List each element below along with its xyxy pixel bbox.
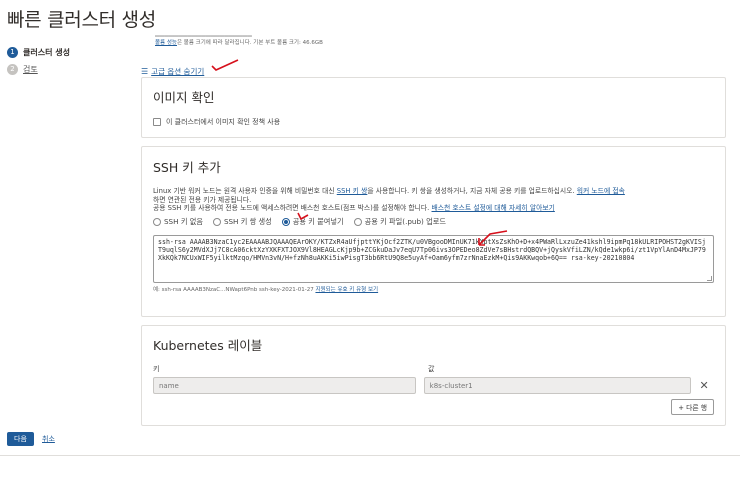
label-key-value: name xyxy=(159,381,179,390)
step-label: 검토 xyxy=(23,64,38,74)
ssh-desc-text: 공용 SSH 키를 사용하여 전용 노드에 액세스하려면 배스천 호스트(점프 … xyxy=(153,204,432,212)
ssh-description: Linux 기반 워커 노드는 원격 사용자 인증을 위해 비밀번호 대신 SS… xyxy=(153,187,714,213)
ssh-key-example-text: 예: ssh-rsa AAAAB3NzaC...NWapt6Pnb ssh-ke… xyxy=(153,286,316,293)
bastion-host-link[interactable]: 배스천 호스트 설정에 대해 자세히 알아보기 xyxy=(432,204,555,212)
step-review[interactable]: 2 검토 xyxy=(7,61,127,77)
image-verification-title: 이미지 확인 xyxy=(153,90,215,105)
value-column-header: 값 xyxy=(428,365,435,373)
step-number: 2 xyxy=(7,63,18,75)
ssh-public-key-value: ssh-rsa AAAAB3NzaC1yc2EAAAABJQAAAQEArOKY… xyxy=(158,237,706,263)
label-value-value: k8s-cluster1 xyxy=(429,381,473,390)
radio-indicator[interactable] xyxy=(353,217,362,226)
ssh-key-card: SSH 키 추가 Linux 기반 워커 노드는 원격 사용자 인증을 위해 비… xyxy=(141,146,726,317)
image-verification-card: 이미지 확인 이 클러스터에서 이미지 확인 정책 사용 xyxy=(141,77,726,138)
main-content: ▁▁▁▁▁▁▁▁▁▁▁▁▁▁▁▁▁▁▁▁▁ 볼륨 성능은 볼륨 크기에 따라 달… xyxy=(141,30,730,77)
page-title: 빠른 클러스터 생성 xyxy=(7,9,156,31)
scrolled-content-fragment: ▁▁▁▁▁▁▁▁▁▁▁▁▁▁▁▁▁▁▁▁▁ xyxy=(155,30,252,37)
volume-performance-link[interactable]: 볼륨 성능 xyxy=(155,40,177,46)
radio-indicator-selected[interactable] xyxy=(281,217,290,226)
hide-advanced-options-label: 고급 옵션 숨기기 xyxy=(151,66,205,76)
radio-no-ssh-key[interactable]: SSH 키 없음 xyxy=(153,217,203,227)
ssh-public-key-textarea[interactable]: ssh-rsa AAAAB3NzaC1yc2EAAAABJQAAAQEArOKY… xyxy=(153,234,714,283)
radio-indicator[interactable] xyxy=(153,217,161,226)
radio-upload-key-file[interactable]: 공용 키 파일(.pub) 업로드 xyxy=(353,216,446,227)
key-column-header: 키 xyxy=(153,365,160,373)
ssh-key-title: SSH 키 추가 xyxy=(153,160,221,175)
step-create-cluster[interactable]: 1 클러스터 생성 xyxy=(7,44,127,60)
kubernetes-labels-card: Kubernetes 레이블 키 값 name k8s-cluster1 ✕ +… xyxy=(141,325,726,426)
cancel-link[interactable]: 취소 xyxy=(42,434,55,444)
step-number: 1 xyxy=(7,46,18,58)
radio-label: 공용 키 붙여넣기 xyxy=(292,216,344,226)
ssh-desc-text: 을 사용합니다. 키 쌍을 생성하거나, 지금 자체 공용 키를 업로드하십시오… xyxy=(367,187,577,195)
radio-label: SSH 키 없음 xyxy=(164,216,203,226)
sliders-icon: ☰ xyxy=(141,66,149,76)
connect-worker-node-link[interactable]: 워커 노드에 접속 xyxy=(577,187,625,195)
resize-handle-icon[interactable] xyxy=(707,275,712,281)
label-key-input[interactable]: name xyxy=(153,377,416,394)
step-label: 클러스터 생성 xyxy=(23,47,70,57)
label-value-input[interactable]: k8s-cluster1 xyxy=(423,377,692,394)
image-verification-checkbox-label: 이 클러스터에서 이미지 확인 정책 사용 xyxy=(166,118,281,126)
boot-volume-note: 볼륨 성능은 볼륨 크기에 따라 달라집니다. 기본 부트 볼륨 크기: 46.… xyxy=(155,38,730,46)
radio-generate-ssh-key[interactable]: SSH 키 쌍 생성 xyxy=(212,216,272,227)
image-verification-option[interactable]: 이 클러스터에서 이미지 확인 정책 사용 xyxy=(153,117,714,127)
hide-advanced-options-link[interactable]: ☰ 고급 옵션 숨기기 xyxy=(141,65,730,77)
ssh-key-options: SSH 키 없음 SSH 키 쌍 생성 공용 키 붙여넣기 공용 키 파일(.p… xyxy=(153,217,714,227)
step-navigation: 1 클러스터 생성 2 검토 xyxy=(7,44,127,78)
radio-indicator[interactable] xyxy=(212,217,221,226)
ssh-key-example: 예: ssh-rsa AAAAB3NzaC...NWapt6Pnb ssh-ke… xyxy=(153,285,714,293)
kubernetes-labels-title: Kubernetes 레이블 xyxy=(153,338,263,353)
ssh-desc-text: 하면 연관된 전용 키가 제공됩니다. xyxy=(153,195,252,204)
add-another-row-button[interactable]: + 다른 행 xyxy=(671,399,714,415)
label-column-headers: 키 값 xyxy=(153,364,714,374)
label-row: name k8s-cluster1 ✕ xyxy=(153,377,714,394)
image-verification-checkbox[interactable] xyxy=(153,118,161,126)
supported-key-types-link[interactable]: 지원되는 유효 키 유형 보기 xyxy=(315,287,378,293)
radio-paste-public-key[interactable]: 공용 키 붙여넣기 xyxy=(281,216,344,227)
ssh-key-pair-link[interactable]: SSH 키 쌍 xyxy=(337,187,368,195)
remove-row-icon[interactable]: ✕ xyxy=(694,379,714,392)
radio-label: SSH 키 쌍 생성 xyxy=(223,216,272,226)
ssh-desc-text: Linux 기반 워커 노드는 원격 사용자 인증을 위해 비밀번호 대신 xyxy=(153,187,337,195)
radio-label: 공용 키 파일(.pub) 업로드 xyxy=(364,216,446,226)
boot-volume-note-text: 은 볼륨 크기에 따라 달라집니다. 기본 부트 볼륨 크기: 46.6GB xyxy=(177,40,323,46)
footer-bar xyxy=(0,455,740,481)
next-button[interactable]: 다음 xyxy=(7,432,34,446)
